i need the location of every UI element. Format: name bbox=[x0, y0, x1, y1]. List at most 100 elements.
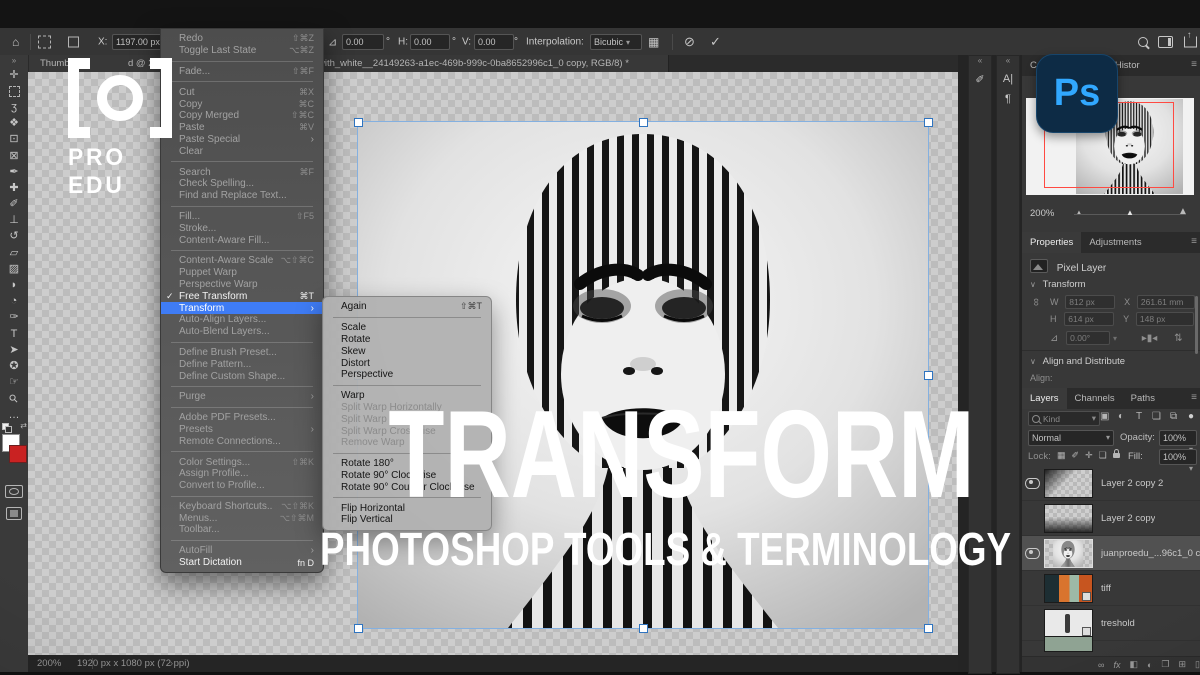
layer-row-layer-2-copy[interactable]: Layer 2 copy bbox=[1022, 501, 1200, 536]
filter-shape-icon[interactable]: ❏ bbox=[1152, 411, 1161, 422]
menu-item-rotate[interactable]: Rotate bbox=[323, 334, 491, 346]
menu-item-scale[interactable]: Scale bbox=[323, 322, 491, 334]
flip-horizontal-icon[interactable]: ▸▮◂ bbox=[1142, 333, 1158, 344]
x-position-field[interactable]: 1197.00 px bbox=[112, 34, 166, 50]
adjustment-layer-icon[interactable]: ◐ bbox=[1147, 660, 1152, 670]
menu-item-define-pattern[interactable]: Define Pattern... bbox=[161, 358, 323, 370]
menu-item-keyboard-shortcuts[interactable]: Keyboard Shortcuts...⌥⇧⌘K bbox=[161, 501, 323, 513]
panel-menu-icon[interactable]: ≡ bbox=[1191, 392, 1197, 403]
collapse-icon[interactable]: « bbox=[978, 56, 982, 69]
menu-item-autofill[interactable]: AutoFill› bbox=[161, 545, 323, 557]
w-field[interactable]: 812 px bbox=[1065, 295, 1115, 309]
zoom-level-field[interactable]: 200% bbox=[37, 658, 61, 669]
menu-item-fill[interactable]: Fill...⇧F5 bbox=[161, 211, 323, 223]
brush-tool[interactable]: ✐ bbox=[0, 197, 28, 213]
move-tool[interactable]: ✛ bbox=[0, 67, 28, 83]
lock-transparency-icon[interactable]: ▦ bbox=[1057, 450, 1066, 461]
custom-shape-tool[interactable]: ✪ bbox=[0, 358, 28, 374]
panel-menu-icon[interactable]: ≡ bbox=[1191, 236, 1197, 247]
y-field[interactable]: 148 px bbox=[1136, 312, 1194, 326]
menu-item-auto-blend-layers[interactable]: Auto-Blend Layers... bbox=[161, 326, 323, 338]
transform-handle-sw[interactable] bbox=[354, 624, 363, 633]
path-selection-tool[interactable]: ➤ bbox=[0, 342, 28, 358]
filter-pixel-icon[interactable]: ▣ bbox=[1100, 411, 1109, 422]
visibility-toggle[interactable] bbox=[1022, 478, 1042, 489]
filter-adjustment-icon[interactable]: ◐ bbox=[1118, 411, 1124, 422]
menu-item-assign-profile[interactable]: Assign Profile... bbox=[161, 468, 323, 480]
warp-mode-icon[interactable]: ▦ bbox=[648, 35, 659, 49]
lasso-tool[interactable]: ʒ bbox=[0, 99, 28, 115]
brush-settings-icon[interactable]: ✐ bbox=[975, 69, 984, 89]
menu-item-presets[interactable]: Presets› bbox=[161, 424, 323, 436]
new-layer-icon[interactable]: ⊞ bbox=[1179, 659, 1187, 670]
dodge-tool[interactable]: ◔ bbox=[0, 294, 28, 310]
align-section-header[interactable]: ∨ Align and Distribute bbox=[1030, 356, 1200, 367]
layer-row-layer-2-copy-2[interactable]: Layer 2 copy 2 bbox=[1022, 466, 1200, 501]
panel-menu-icon[interactable]: ≡ bbox=[1191, 59, 1197, 70]
zoom-in-icon[interactable]: ▲ bbox=[1178, 206, 1188, 217]
navigator-zoom-field[interactable]: 200% bbox=[1030, 208, 1054, 219]
flip-vertical-icon[interactable]: ⇅ bbox=[1174, 333, 1182, 344]
type-tool[interactable]: T bbox=[0, 326, 28, 342]
scrollbar-thumb[interactable] bbox=[1195, 296, 1198, 354]
kind-filter-select[interactable]: Kind▾ bbox=[1028, 411, 1100, 426]
menu-item-define-brush-preset[interactable]: Define Brush Preset... bbox=[161, 347, 323, 359]
search-icon[interactable] bbox=[1138, 37, 1148, 47]
tab-layers[interactable]: Layers bbox=[1022, 388, 1067, 409]
tab-channels[interactable]: Channels bbox=[1067, 388, 1123, 409]
gradient-tool[interactable]: ▨ bbox=[0, 261, 28, 277]
link-layers-icon[interactable]: ∞ bbox=[1098, 660, 1104, 670]
menu-item-auto-align-layers[interactable]: Auto-Align Layers... bbox=[161, 314, 323, 326]
pen-tool[interactable]: ✑ bbox=[0, 310, 28, 326]
angle-field[interactable]: 0.00 bbox=[342, 34, 384, 50]
menu-item-purge[interactable]: Purge› bbox=[161, 391, 323, 403]
menu-item-skew[interactable]: Skew bbox=[323, 345, 491, 357]
fill-field[interactable]: 100%▾ bbox=[1159, 449, 1197, 465]
toolbar-collapse-icon[interactable]: » bbox=[12, 55, 16, 67]
quick-mask-button[interactable] bbox=[5, 485, 23, 498]
menu-item-color-settings[interactable]: Color Settings...⇧⌘K bbox=[161, 456, 323, 468]
layer-row-partial[interactable] bbox=[1022, 636, 1200, 652]
filter-toggle-icon[interactable]: ● bbox=[1188, 411, 1194, 422]
blur-tool[interactable]: ◗ bbox=[0, 277, 28, 293]
screen-mode-button[interactable] bbox=[6, 507, 22, 520]
lock-pixels-icon[interactable]: ✐ bbox=[1072, 450, 1080, 461]
menu-item-distort[interactable]: Distort bbox=[323, 357, 491, 369]
lock-position-icon[interactable]: ✛ bbox=[1085, 450, 1093, 461]
zoom-slider-thumb[interactable]: ▲ bbox=[1126, 208, 1134, 217]
menu-item-convert-to-profile[interactable]: Convert to Profile... bbox=[161, 480, 323, 492]
menu-item-stroke[interactable]: Stroke... bbox=[161, 222, 323, 234]
transform-handle-nw[interactable] bbox=[354, 118, 363, 127]
menu-item-content-aware-scale[interactable]: Content-Aware Scale⌥⇧⌘C bbox=[161, 255, 323, 267]
menu-item-remote-connections[interactable]: Remote Connections... bbox=[161, 435, 323, 447]
tab-adjustments[interactable]: Adjustments bbox=[1081, 232, 1149, 253]
zoom-out-icon[interactable]: ▲ bbox=[1076, 210, 1082, 216]
spot-healing-brush-tool[interactable]: ✚ bbox=[0, 180, 28, 196]
paragraph-panel-icon[interactable]: ¶ bbox=[1005, 89, 1011, 109]
menu-item-puppet-warp[interactable]: Puppet Warp bbox=[161, 267, 323, 279]
transform-section-header[interactable]: ∨ Transform bbox=[1030, 279, 1200, 290]
transform-bounds-icon[interactable] bbox=[38, 35, 51, 48]
layer-row-juanproedu-96c1-0-copy[interactable]: juanproedu_...96c1_0 copy bbox=[1022, 536, 1200, 571]
collapse-icon[interactable]: « bbox=[1006, 56, 1010, 69]
history-brush-tool[interactable]: ↺ bbox=[0, 229, 28, 245]
status-chevron-icon[interactable]: › bbox=[170, 658, 173, 669]
delete-layer-icon[interactable]: ▯ bbox=[1195, 659, 1200, 670]
transform-handle-e[interactable] bbox=[924, 371, 933, 380]
share-icon[interactable] bbox=[1184, 36, 1197, 47]
h-field[interactable]: 614 px bbox=[1064, 312, 1114, 326]
rectangular-marquee-tool[interactable] bbox=[0, 83, 28, 99]
clone-stamp-tool[interactable]: ⊥ bbox=[0, 213, 28, 229]
layer-group-icon[interactable]: ❐ bbox=[1161, 659, 1169, 670]
menu-item-perspective[interactable]: Perspective bbox=[323, 369, 491, 381]
lock-all-icon[interactable] bbox=[1113, 453, 1120, 458]
menu-item-redo[interactable]: Redo⇧⌘Z bbox=[161, 33, 323, 45]
tab-properties[interactable]: Properties bbox=[1022, 232, 1081, 253]
menu-item-free-transform[interactable]: ✓Free Transform⌘T bbox=[161, 290, 323, 302]
menu-item-start-dictation[interactable]: Start Dictationfn D bbox=[161, 557, 323, 569]
menu-item-adobe-pdf-presets[interactable]: Adobe PDF Presets... bbox=[161, 412, 323, 424]
default-colors-icon[interactable] bbox=[2, 423, 10, 431]
home-icon[interactable]: ⌂ bbox=[12, 35, 19, 49]
filter-type-icon[interactable]: T bbox=[1136, 411, 1142, 422]
tab-paths[interactable]: Paths bbox=[1123, 388, 1163, 409]
